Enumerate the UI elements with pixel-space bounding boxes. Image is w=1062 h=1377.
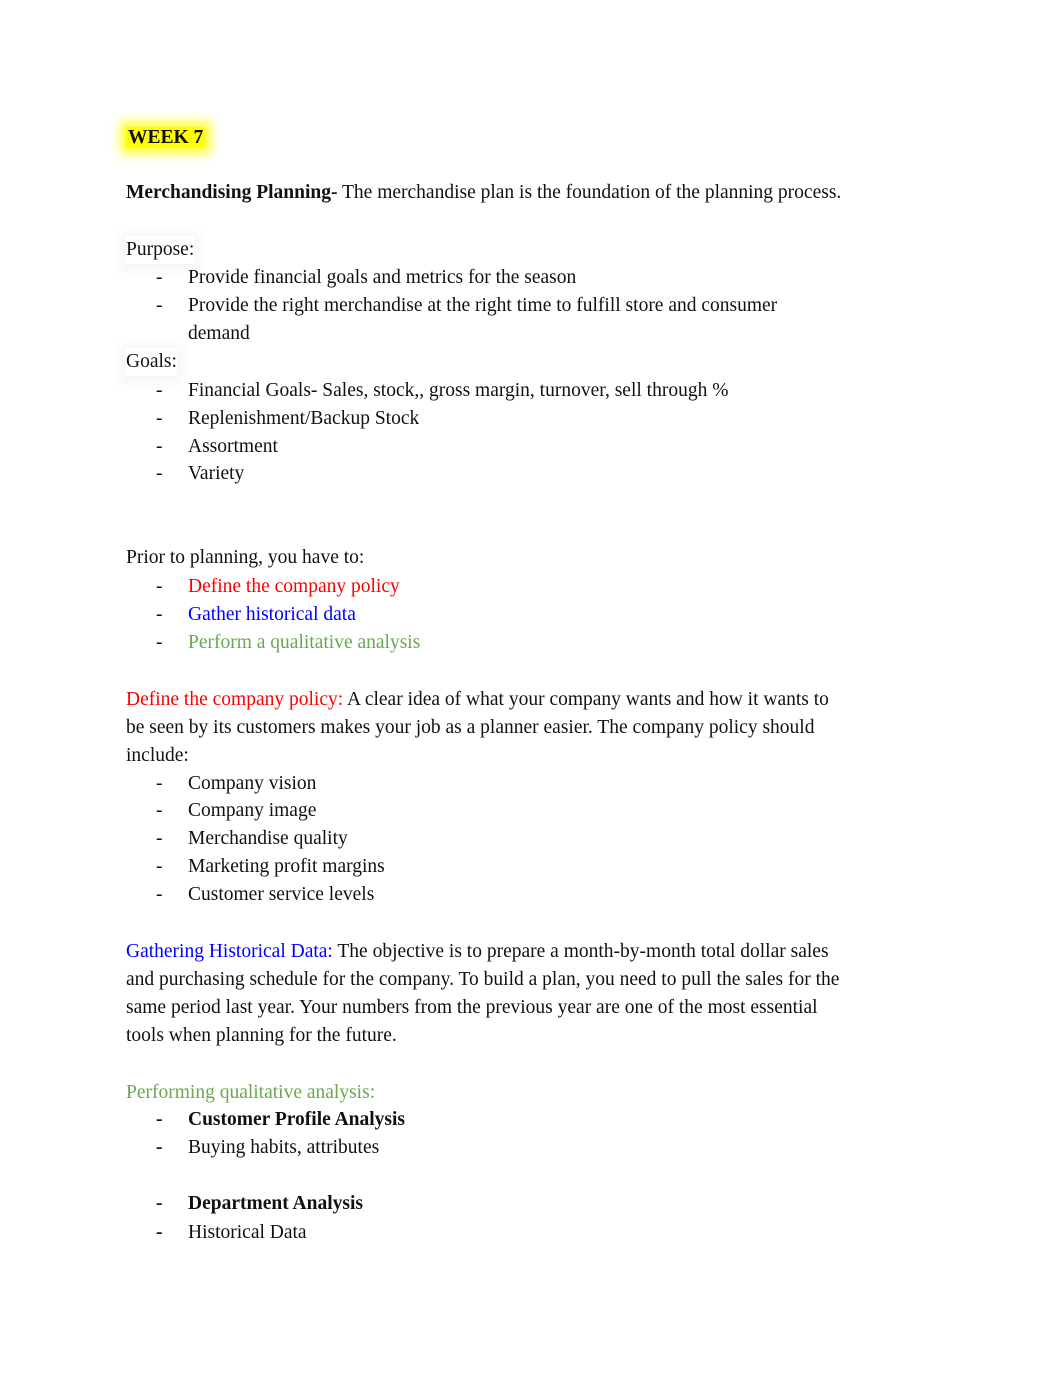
goals-heading: Goals: — [126, 348, 177, 376]
historical-paragraph-line: same period last year. Your numbers from… — [126, 997, 818, 1018]
bullet-dash: - — [156, 1193, 163, 1214]
bullet-dash: - — [156, 408, 163, 429]
list-item-text-bold: Customer Profile Analysis — [188, 1109, 406, 1130]
bullet-dash: - — [156, 856, 163, 877]
bullet-dash: - — [156, 380, 163, 401]
historical-paragraph-line: and purchasing schedule for the company.… — [126, 969, 840, 990]
qualitative-heading: Performing qualitative analysis: — [126, 1082, 376, 1103]
bullet-dash: - — [156, 267, 163, 288]
bullet-dash: - — [156, 295, 163, 316]
list-item-text: Provide the right merchandise at the rig… — [188, 295, 778, 316]
list-item-text: Assortment — [188, 436, 278, 457]
list-item-text: Replenishment/Backup Stock — [188, 408, 420, 429]
historical-paragraph-line: Gathering Historical Data: The objective… — [126, 938, 829, 966]
bullet-dash: - — [156, 576, 163, 597]
historical-term: Gathering Historical Data: — [126, 941, 333, 962]
week-label: WEEK 7 — [126, 127, 206, 148]
list-item-text: Buying habits, attributes — [188, 1137, 380, 1158]
list-item-text: Marketing profit margins — [188, 856, 385, 877]
list-item-text: demand — [188, 323, 250, 344]
bullet-dash: - — [156, 800, 163, 821]
list-item-text: Merchandise quality — [188, 828, 348, 849]
policy-term: Define the company policy: — [126, 689, 344, 710]
list-item-text-red: Define the company policy — [188, 576, 400, 597]
list-item-text: Customer service levels — [188, 884, 375, 905]
list-item-text: Historical Data — [188, 1222, 307, 1243]
intro-paragraph: Merchandising Planning- The merchandise … — [126, 179, 841, 207]
list-item-text-bold: Department Analysis — [188, 1193, 363, 1214]
bullet-dash: - — [156, 884, 163, 905]
purpose-heading: Purpose: — [126, 236, 194, 264]
prior-heading: Prior to planning, you have to: — [126, 547, 365, 568]
list-item-text-green: Perform a qualitative analysis — [188, 632, 421, 653]
historical-paragraph-line: tools when planning for the future. — [126, 1025, 397, 1046]
bullet-dash: - — [156, 773, 163, 794]
list-item-text-blue: Gather historical data — [188, 604, 356, 625]
list-item-text: Company image — [188, 800, 317, 821]
bullet-dash: - — [156, 1137, 163, 1158]
list-item-text: Variety — [188, 463, 245, 484]
bullet-dash: - — [156, 604, 163, 625]
policy-paragraph-line: include: — [126, 745, 189, 766]
intro-text: The merchandise plan is the foundation o… — [337, 182, 842, 203]
bullet-dash: - — [156, 463, 163, 484]
bullet-dash: - — [156, 1109, 163, 1130]
week-heading: WEEK 7 — [126, 124, 206, 152]
list-item-text: Provide financial goals and metrics for … — [188, 267, 577, 288]
list-item-text: Financial Goals- Sales, stock,, gross ma… — [188, 380, 729, 401]
historical-text: The objective is to prepare a month-by-m… — [332, 941, 829, 962]
list-item-text: Company vision — [188, 773, 317, 794]
policy-paragraph-line: Define the company policy: A clear idea … — [126, 686, 829, 714]
bullet-dash: - — [156, 632, 163, 653]
intro-term: Merchandising Planning- — [126, 182, 338, 203]
bullet-dash: - — [156, 1222, 163, 1243]
bullet-dash: - — [156, 436, 163, 457]
policy-text: A clear idea of what your company wants … — [343, 689, 829, 710]
policy-paragraph-line: be seen by its customers makes your job … — [126, 717, 815, 738]
bullet-dash: - — [156, 828, 163, 849]
